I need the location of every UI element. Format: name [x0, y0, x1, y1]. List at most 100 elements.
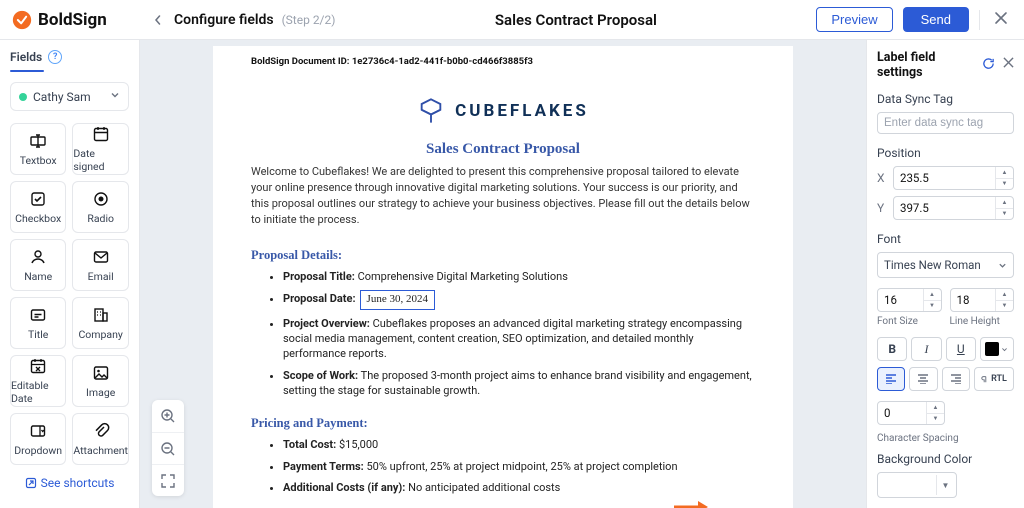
palette-item-attachment[interactable]: Attachment [72, 413, 129, 465]
see-shortcuts-label: See shortcuts [41, 476, 115, 490]
document-id: BoldSign Document ID: 1e2736c4-1ad2-441f… [251, 56, 755, 67]
align-center-button[interactable] [909, 367, 937, 391]
brand-name: BoldSign [38, 10, 107, 30]
palette-item-title[interactable]: Title [10, 297, 66, 349]
palette-item-label: Editable Date [11, 379, 65, 405]
line-height-input[interactable]: 18 ▲▼ [950, 288, 1015, 312]
image-icon [92, 364, 110, 382]
list-item: Additional Costs (if any): No anticipate… [283, 480, 755, 495]
fields-label: Fields [10, 50, 42, 64]
signer-select[interactable]: Cathy Sam [10, 82, 129, 111]
palette-item-editable-date[interactable]: Editable Date [10, 355, 66, 407]
fullscreen-button[interactable] [152, 464, 184, 496]
position-y-input[interactable]: 397.5 ▲▼ [893, 196, 1014, 220]
proposal-date-label-field[interactable]: June 30, 2024 [360, 290, 435, 309]
zoom-out-button[interactable] [152, 432, 184, 464]
palette-item-textbox[interactable]: Textbox [10, 123, 66, 175]
list-item: Payment Terms: 50% upfront, 25% at proje… [283, 459, 755, 474]
radio-icon [92, 190, 110, 208]
font-color-button[interactable] [980, 337, 1014, 361]
y-label: Y [877, 201, 887, 215]
bold-button[interactable]: B [877, 337, 907, 361]
chevron-down-icon [998, 261, 1007, 270]
align-right-button[interactable] [942, 367, 970, 391]
checkbox-icon [29, 190, 47, 208]
title-icon [29, 306, 47, 324]
section-proposal-details: Proposal Details: [251, 248, 755, 263]
char-spacing-label: Character Spacing [877, 433, 1014, 444]
step-indicator: (Step 2/2) [282, 13, 336, 27]
doc-logo-text: CUBEFLAKES [455, 101, 589, 121]
close-icon[interactable] [990, 7, 1012, 33]
palette-item-label: Company [78, 328, 122, 341]
zoom-in-button[interactable] [152, 400, 184, 432]
char-spacing-input[interactable]: 0 ▲▼ [877, 401, 945, 425]
chevron-left-icon[interactable] [150, 12, 166, 28]
position-x-input[interactable]: 235.5 ▲▼ [893, 166, 1014, 190]
breadcrumb: Configure fields (Step 2/2) [150, 12, 335, 28]
date-signed-icon [92, 125, 110, 143]
document-canvas[interactable]: BoldSign Document ID: 1e2736c4-1ad2-441f… [140, 40, 866, 508]
document-page: BoldSign Document ID: 1e2736c4-1ad2-441f… [213, 46, 793, 508]
color-swatch-icon [985, 342, 999, 356]
cubeflakes-logo-icon [417, 97, 445, 125]
palette-item-date-signed[interactable]: Date signed [72, 123, 129, 175]
email-icon [92, 248, 110, 266]
palette-item-email[interactable]: Email [72, 239, 129, 291]
rtl-icon [981, 375, 989, 383]
position-label: Position [877, 146, 1014, 160]
attachment-icon [92, 422, 110, 440]
palette-item-label: Title [28, 328, 48, 341]
palette-item-company[interactable]: Company [72, 297, 129, 349]
palette-item-dropdown[interactable]: Dropdown [10, 413, 66, 465]
divider [979, 10, 980, 30]
see-shortcuts-link[interactable]: See shortcuts [6, 466, 133, 500]
brand-logo-icon [12, 10, 32, 30]
preview-button[interactable]: Preview [816, 7, 892, 32]
line-height-sublabel: Line Height [950, 316, 1015, 327]
crumb-title: Configure fields [174, 12, 274, 28]
topbar: BoldSign Configure fields (Step 2/2) Sal… [0, 0, 1024, 40]
zoom-tools [152, 400, 184, 496]
name-icon [29, 248, 47, 266]
section-pricing: Pricing and Payment: [251, 416, 755, 431]
data-sync-input[interactable] [877, 112, 1014, 134]
spin-up[interactable]: ▲ [996, 197, 1013, 209]
palette-item-image[interactable]: Image [72, 355, 129, 407]
underline-button[interactable]: U [946, 337, 976, 361]
chevron-down-icon [1001, 346, 1008, 353]
spin-down[interactable]: ▼ [996, 209, 1013, 220]
font-family-select[interactable]: Times New Roman [877, 252, 1014, 278]
background-color-label: Background Color [877, 452, 1014, 466]
font-size-sublabel: Font Size [877, 316, 942, 327]
font-size-input[interactable]: 16 ▲▼ [877, 288, 942, 312]
palette-item-label: Textbox [20, 154, 57, 167]
doc-logo: CUBEFLAKES [251, 97, 755, 125]
refresh-icon[interactable] [982, 57, 995, 73]
palette-item-checkbox[interactable]: Checkbox [10, 181, 66, 233]
palette-item-name[interactable]: Name [10, 239, 66, 291]
rtl-button[interactable]: RTL [974, 367, 1014, 391]
list-item: Scope of Work: The proposed 3-month proj… [283, 368, 755, 399]
signer-name: Cathy Sam [33, 90, 91, 104]
italic-button[interactable]: I [911, 337, 941, 361]
help-icon[interactable]: ? [48, 50, 62, 64]
list-item: Total Cost: $15,000 [283, 437, 755, 452]
doc-title: Sales Contract Proposal [251, 141, 755, 158]
spin-down[interactable]: ▼ [996, 179, 1013, 190]
editable-date-icon [29, 357, 47, 375]
chevron-down-icon: ▼ [936, 475, 954, 495]
send-button[interactable]: Send [903, 7, 969, 32]
align-left-button[interactable] [877, 367, 905, 391]
palette-item-radio[interactable]: Radio [72, 181, 129, 233]
background-color-picker[interactable]: ▼ [877, 472, 957, 498]
spin-up[interactable]: ▲ [996, 167, 1013, 179]
list-item: Proposal Date:June 30, 2024 [283, 290, 755, 309]
close-panel-icon[interactable] [1003, 57, 1014, 73]
open-icon [25, 477, 37, 489]
active-underline [10, 70, 44, 72]
palette-item-label: Name [24, 270, 52, 283]
palette-item-label: Radio [87, 212, 114, 225]
palette-item-label: Checkbox [15, 212, 61, 225]
x-label: X [877, 171, 887, 185]
